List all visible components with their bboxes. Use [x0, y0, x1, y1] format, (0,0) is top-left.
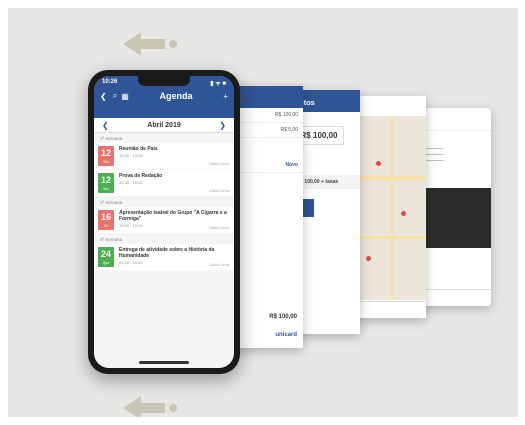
stage: ——————————————— amentos R$ 100,00 Total:… [8, 8, 518, 417]
event-item[interactable]: 24 Qua Entrega de atividade sobre a Histór… [94, 244, 234, 270]
status-time: 10:26 [102, 79, 118, 85]
next-month-icon[interactable]: ❯ [219, 121, 226, 130]
event-date-badge: 16 Ter [98, 210, 114, 230]
arrow-left-icon[interactable] [103, 26, 183, 62]
event-title: Apresentação teatral do Grupo "A Cigarra… [119, 210, 227, 222]
page-title: Agenda [159, 91, 193, 101]
brand-footer: unicard [275, 332, 297, 338]
event-item[interactable]: 12 Sex Reunião de Pais 14:30 - 15:45 Dalila … [94, 143, 234, 169]
month-selector: ❮ Abril 2019 ❯ [94, 118, 234, 133]
event-author: Dalila Lima [209, 262, 229, 267]
event-list: 1ª Semana 12 Sex Reunião de Pais 14:30 - 15:… [94, 133, 234, 270]
event-time: 14:30 - 15:45 [119, 180, 143, 185]
event-date-badge: 12 Sex [98, 146, 114, 166]
event-weekday: Qua [102, 261, 110, 265]
event-weekday: Sex [102, 160, 110, 164]
home-indicator [139, 361, 189, 364]
event-date-badge: 24 Qua [98, 247, 114, 267]
event-weekday: Sex [102, 187, 110, 191]
event-author: Dalila Lima [209, 188, 229, 193]
event-title: Prova de Redação [119, 173, 163, 179]
event-weekday: Ter [103, 224, 109, 228]
event-author: Dalila Lima [209, 225, 229, 230]
phone-screen: 10:26 ▮ ᯤ ■ ❮ ⌕ ▦ Agenda + ❮ Abril 2019 … [94, 76, 234, 368]
event-item[interactable]: 12 Sex Prova de Redação 14:30 - 15:45 Dalila… [94, 170, 234, 196]
back-icon[interactable]: ❮ [100, 92, 107, 101]
event-date-badge: 12 Sex [98, 173, 114, 193]
month-label: Abril 2019 [147, 121, 181, 129]
calendar-icon[interactable]: ▦ [121, 92, 129, 101]
event-title: Entrega de atividade sobre a História da… [119, 247, 215, 259]
week-label: 4ª Semana [100, 237, 123, 242]
search-icon[interactable]: ⌕ [113, 91, 117, 101]
event-author: Dalila Lima [209, 161, 229, 166]
event-item[interactable]: 16 Ter Apresentação teatral do Grupo "A Ci… [94, 207, 234, 233]
notch [138, 76, 190, 86]
arrow-left-icon[interactable] [103, 390, 183, 417]
phone: 10:26 ▮ ᯤ ■ ❮ ⌕ ▦ Agenda + ❮ Abril 2019 … [88, 70, 240, 374]
week-label: 1ª Semana [100, 136, 123, 141]
event-title: Reunião de Pais [119, 146, 158, 152]
amount: R$ 100,00 [269, 314, 297, 320]
event-time: 14:30 - 15:45 [119, 153, 143, 158]
week-label: 2ª Semana [100, 200, 123, 205]
status-icons: ▮ ᯤ ■ [210, 81, 226, 87]
add-button[interactable]: + [223, 92, 228, 101]
prev-month-icon[interactable]: ❮ [102, 121, 109, 130]
